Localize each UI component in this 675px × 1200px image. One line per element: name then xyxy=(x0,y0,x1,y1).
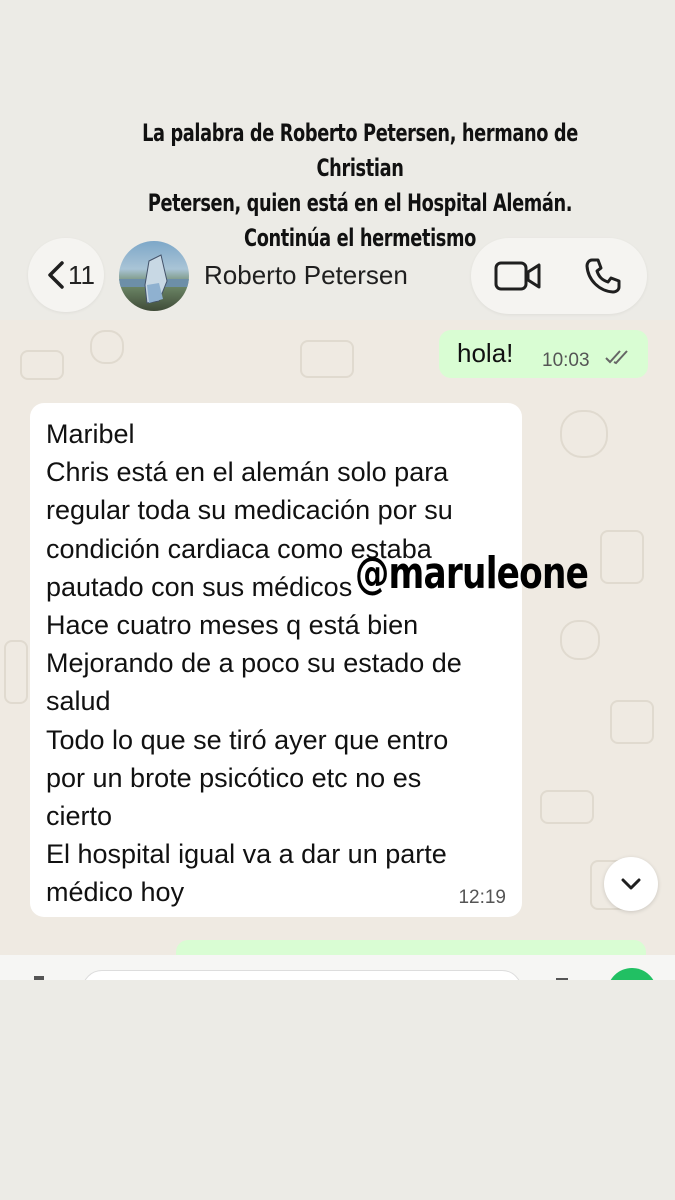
message-text: hola! xyxy=(457,338,514,368)
double-check-icon xyxy=(605,350,628,365)
outgoing-message[interactable]: hola! 10:03 xyxy=(439,330,648,378)
message-time: 12:19 xyxy=(458,887,506,908)
wallpaper-doodle xyxy=(610,700,654,744)
wallpaper-doodle xyxy=(20,350,64,380)
caption-line-1: La palabra de Roberto Petersen, hermano … xyxy=(142,119,578,182)
back-button[interactable]: 11 xyxy=(28,238,104,312)
wallpaper-doodle xyxy=(300,340,354,378)
message-time: 10:03 xyxy=(542,350,590,371)
video-call-icon[interactable] xyxy=(493,258,543,294)
message-line: Mejorando de a poco su estado de xyxy=(46,648,462,679)
wallpaper-doodle xyxy=(560,620,600,660)
avatar-photo xyxy=(119,254,189,304)
wallpaper-doodle xyxy=(560,410,608,458)
call-actions xyxy=(471,238,647,314)
wallpaper-doodle xyxy=(90,330,124,364)
message-line: por un brote psicótico etc no es xyxy=(46,762,422,793)
post-caption: La palabra de Roberto Petersen, hermano … xyxy=(138,116,582,256)
phone-icon[interactable] xyxy=(583,256,623,296)
chevron-down-icon xyxy=(621,878,641,890)
incoming-message[interactable]: Maribel Chris está en el alemán solo par… xyxy=(30,403,522,917)
message-line: cierto xyxy=(46,801,113,832)
watermark: @maruleone xyxy=(355,548,589,599)
message-line: regular toda su medicación por su xyxy=(46,495,453,526)
message-line: Maribel xyxy=(46,419,135,449)
wallpaper-doodle xyxy=(540,790,594,824)
message-line: Chris está en el alemán solo para xyxy=(46,457,449,488)
message-body: Maribel Chris está en el alemán solo par… xyxy=(46,415,462,912)
scroll-to-bottom-button[interactable] xyxy=(604,857,658,911)
avatar[interactable] xyxy=(119,241,189,311)
message-line: Todo lo que se tiró ayer que entro xyxy=(46,724,449,755)
wallpaper-doodle xyxy=(600,530,644,584)
page-bottom-background xyxy=(0,980,675,1200)
message-line: salud xyxy=(46,686,111,717)
unread-count: 11 xyxy=(68,260,95,290)
wallpaper-doodle xyxy=(4,640,28,704)
message-line: El hospital igual va a dar un parte xyxy=(46,839,447,870)
message-line: médico hoy xyxy=(46,877,185,908)
contact-name[interactable]: Roberto Petersen xyxy=(204,260,408,291)
caption-line-2: Petersen, quien está en el Hospital Alem… xyxy=(147,189,573,217)
message-line: Hace cuatro meses q está bien xyxy=(46,610,419,641)
